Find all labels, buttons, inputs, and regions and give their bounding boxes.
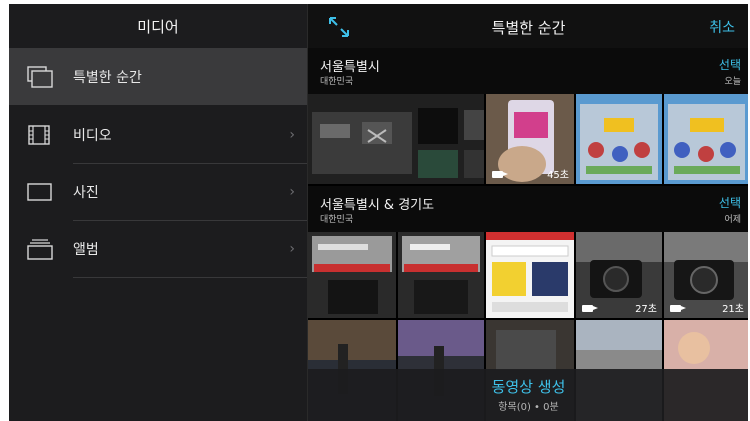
- moment-section-header: 서울특별시 & 경기도 대한민국 선택 어제: [308, 186, 748, 232]
- chevron-right-icon: ›: [289, 183, 295, 200]
- media-sidebar: 미디어 특별한 순간 비디오 › 사진 › 앨범 ›: [9, 4, 307, 421]
- select-button[interactable]: 선택: [719, 194, 741, 211]
- navigation-bar: 특별한 순간 취소: [308, 4, 748, 48]
- select-button[interactable]: 선택: [719, 56, 741, 73]
- sidebar-item-label: 사진: [73, 184, 99, 201]
- divider: [73, 277, 307, 278]
- photo-thumbnail[interactable]: [308, 232, 396, 318]
- video-camera-icon: [582, 305, 598, 312]
- app-window: 미디어 특별한 순간 비디오 › 사진 › 앨범 › 특별한 순간 취소 서울특…: [9, 4, 748, 421]
- selection-count: 항목(0) • 0분: [498, 402, 559, 413]
- thumbnail-image: [398, 232, 484, 318]
- sidebar-item-label: 앨범: [73, 241, 99, 258]
- sidebar-item-label: 특별한 순간: [73, 69, 142, 86]
- create-movie-bar: 동영상 생성 항목(0) • 0분: [308, 369, 748, 421]
- photo-thumbnail[interactable]: [576, 94, 662, 184]
- thumbnail-image: [664, 94, 748, 184]
- thumbnail-image: [486, 232, 574, 318]
- video-thumbnail[interactable]: 21초: [664, 232, 748, 318]
- sidebar-item-moments[interactable]: 특별한 순간: [9, 48, 307, 105]
- photo-thumbnail[interactable]: [486, 232, 574, 318]
- photo-thumbnail[interactable]: [398, 232, 484, 318]
- moment-section-header: 서울특별시 대한민국 선택 오늘: [308, 48, 748, 94]
- location-title: 서울특별시 & 경기도: [320, 198, 435, 213]
- video-thumbnail[interactable]: 27초: [576, 232, 662, 318]
- location-title: 서울특별시: [320, 60, 380, 75]
- moments-panel: 특별한 순간 취소 서울특별시 대한민국 선택 오늘 45초 서울특별시 & 경…: [307, 4, 748, 421]
- location-country: 대한민국: [320, 215, 354, 225]
- sidebar-item-photos[interactable]: 사진 ›: [9, 163, 307, 220]
- sidebar-title: 미디어: [137, 17, 179, 36]
- sidebar-item-albums[interactable]: 앨범 ›: [9, 220, 307, 277]
- thumbnail-image: [308, 94, 484, 184]
- moments-icon: [27, 65, 53, 88]
- video-camera-icon: [670, 305, 686, 312]
- chevron-right-icon: ›: [289, 240, 295, 257]
- page-title: 특별한 순간: [491, 19, 566, 37]
- video-thumbnail[interactable]: 45초: [486, 94, 574, 184]
- album-icon: [27, 238, 53, 260]
- video-duration: 27초: [635, 304, 657, 315]
- location-country: 대한민국: [320, 77, 354, 87]
- section-date: 어제: [724, 215, 741, 225]
- video-duration: 21초: [722, 304, 744, 315]
- create-video-button[interactable]: 동영상 생성: [308, 376, 748, 397]
- photo-thumbnail[interactable]: [664, 94, 748, 184]
- photo-icon: [27, 182, 52, 201]
- sidebar-item-label: 비디오: [73, 127, 112, 144]
- video-thumbnail[interactable]: [308, 94, 484, 184]
- cancel-button[interactable]: 취소: [709, 17, 735, 37]
- section-date: 오늘: [724, 77, 741, 87]
- sidebar-item-video[interactable]: 비디오 ›: [9, 106, 307, 163]
- thumbnail-image: [308, 232, 396, 318]
- chevron-right-icon: ›: [289, 126, 295, 143]
- video-camera-icon: [492, 171, 508, 178]
- video-duration: 45초: [547, 170, 569, 181]
- thumbnail-image: [576, 94, 662, 184]
- film-icon: [28, 124, 50, 145]
